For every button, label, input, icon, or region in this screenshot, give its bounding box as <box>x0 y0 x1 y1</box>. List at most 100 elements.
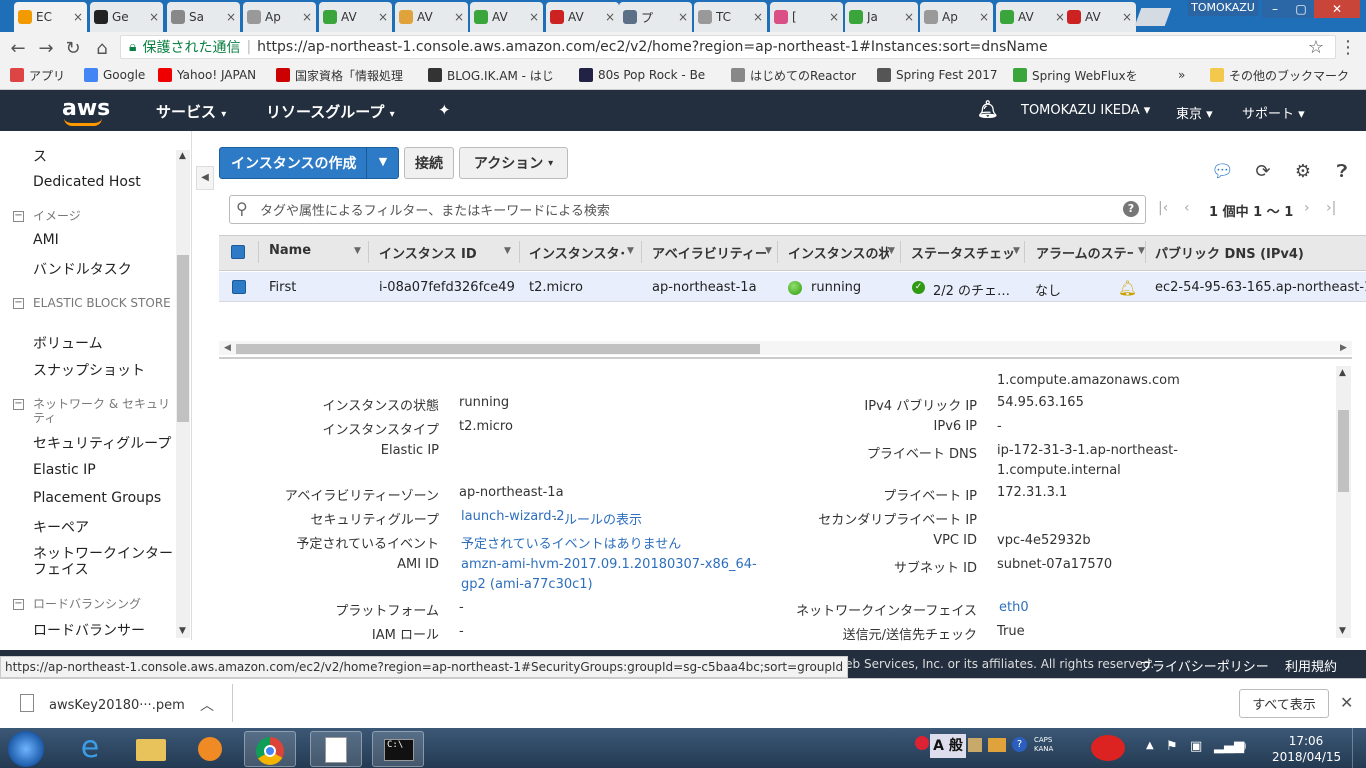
detail-value[interactable]: amzn-ami-hvm-2017.09.1.20180307-x86_64- <box>461 557 757 572</box>
close-tab-icon[interactable]: × <box>979 10 989 24</box>
ime-help-icon[interactable]: ? <box>1012 737 1027 752</box>
pin-icon[interactable]: ✦ <box>438 101 451 119</box>
notepad-icon[interactable] <box>310 731 362 767</box>
sort-icon[interactable]: ▼ <box>354 246 361 256</box>
resource-groups-menu[interactable]: リソースグループ ▾ <box>266 101 395 122</box>
prev-page-icon[interactable]: ‹ <box>1184 200 1190 216</box>
detail-value[interactable]: launch-wizard-2 <box>461 509 565 524</box>
sidebar-item[interactable]: Placement Groups <box>33 490 161 506</box>
refresh-icon[interactable]: ⟳ <box>1252 161 1274 182</box>
close-tab-icon[interactable]: × <box>1122 10 1132 24</box>
reload-icon[interactable]: ↻ <box>62 38 84 59</box>
other-bookmarks[interactable]: その他のブックマーク <box>1210 66 1349 84</box>
browser-menu-icon[interactable]: ⋮ <box>1337 37 1359 58</box>
column-header-6[interactable]: ステータスチェッ <box>911 243 1014 262</box>
back-icon[interactable]: ← <box>7 38 29 59</box>
column-header-3[interactable]: インスタンスタ･ <box>529 243 626 262</box>
close-tab-icon[interactable]: × <box>678 10 688 24</box>
ime-tools-icon[interactable] <box>988 738 1006 752</box>
tab-3[interactable]: Sa × <box>167 2 240 32</box>
bookmark-3[interactable]: Yahoo! JAPAN <box>158 66 256 84</box>
close-tab-icon[interactable]: × <box>529 10 539 24</box>
detail-value-continued[interactable]: gp2 (ami-a77c30c1) <box>461 577 593 592</box>
actions-button[interactable]: アクション ▾ <box>459 147 568 179</box>
chevron-up-icon[interactable]: ︿ <box>200 695 214 715</box>
view-rules-link[interactable]: ルールの表示 <box>564 509 642 528</box>
minimize-icon[interactable]: – <box>1262 0 1288 18</box>
sort-icon[interactable]: ▼ <box>504 246 511 256</box>
show-all-downloads-button[interactable]: すべて表示 <box>1239 689 1329 718</box>
tab-7[interactable]: AV × <box>470 2 543 32</box>
sidebar-item[interactable]: ボリューム <box>33 333 103 353</box>
launch-dropdown-icon[interactable]: ▼ <box>366 147 399 179</box>
bookmark-8[interactable]: Spring Fest 2017 <box>877 66 997 84</box>
sidebar-item[interactable]: キーペア <box>33 517 89 537</box>
bookmark-2[interactable]: Google <box>84 66 145 84</box>
close-tab-icon[interactable]: × <box>302 10 312 24</box>
bookmark-9[interactable]: Spring WebFluxを <box>1013 66 1138 84</box>
sidebar-item[interactable]: Elastic IP <box>33 462 96 478</box>
bookmark-5[interactable]: BLOG.IK.AM - はじ <box>428 66 554 84</box>
next-page-icon[interactable]: › <box>1304 200 1310 216</box>
close-tab-icon[interactable]: × <box>829 10 839 24</box>
select-all-checkbox[interactable] <box>231 245 245 259</box>
terms-link[interactable]: 利用規約 <box>1285 656 1337 675</box>
scroll-left-icon[interactable]: ◀ <box>224 343 231 353</box>
scroll-down-icon[interactable]: ▼ <box>179 626 186 636</box>
tab-10[interactable]: TC × <box>694 2 767 32</box>
close-tab-icon[interactable]: × <box>904 10 914 24</box>
tab-1[interactable]: EC × <box>14 2 87 32</box>
forward-icon[interactable]: → <box>35 38 57 59</box>
help-icon[interactable]: ❓︎ <box>1331 161 1353 182</box>
collapse-section-icon[interactable]: − <box>13 298 24 309</box>
close-tab-icon[interactable]: × <box>753 10 763 24</box>
volume-icon[interactable]: 🔊︎ <box>1238 739 1246 754</box>
tab-5[interactable]: AV × <box>319 2 392 32</box>
close-window-icon[interactable]: ✕ <box>1314 0 1360 18</box>
sort-icon[interactable]: ▼ <box>627 246 634 256</box>
scroll-up-icon[interactable]: ▲ <box>179 151 186 161</box>
terminal-icon[interactable]: C:\ <box>372 731 424 767</box>
alarm-bell-add-icon[interactable]: 🔔︎ <box>1118 279 1137 297</box>
scroll-up-icon[interactable]: ▲ <box>1339 368 1346 378</box>
tray-app-icon[interactable] <box>915 736 929 750</box>
sort-icon[interactable]: ▼ <box>1013 246 1020 256</box>
maximize-icon[interactable]: ▢ <box>1288 0 1314 18</box>
sidebar-item[interactable]: スナップショット <box>33 360 145 380</box>
column-header-2[interactable]: インスタンス ID <box>379 243 477 262</box>
close-tab-icon[interactable]: × <box>454 10 464 24</box>
column-header-5[interactable]: インスタンスの状 <box>788 243 889 262</box>
home-icon[interactable]: ⌂ <box>91 38 113 59</box>
sidebar-item[interactable]: バンドルタスク <box>33 259 132 279</box>
profile-badge[interactable]: TOMOKAZU <box>1188 0 1258 16</box>
close-tab-icon[interactable]: × <box>605 10 615 24</box>
collapse-section-icon[interactable]: − <box>13 211 24 222</box>
collapse-section-icon[interactable]: − <box>13 399 24 410</box>
tab-4[interactable]: Ap × <box>243 2 316 32</box>
column-header-4[interactable]: アベイラビリティー <box>652 243 766 262</box>
scroll-down-icon[interactable]: ▼ <box>1339 626 1346 636</box>
bookmark-1[interactable]: アプリ <box>10 66 65 84</box>
clock[interactable]: 17:06 2018/04/15 <box>1272 733 1341 765</box>
tab-12[interactable]: Ja × <box>845 2 918 32</box>
settings-gear-icon[interactable]: ⚙ <box>1292 161 1314 182</box>
scroll-right-icon[interactable]: ▶ <box>1340 343 1347 353</box>
region-menu[interactable]: 東京 ▾ <box>1176 103 1213 122</box>
account-menu[interactable]: TOMOKAZU IKEDA ▾ <box>1021 103 1150 118</box>
close-tab-icon[interactable]: × <box>378 10 388 24</box>
ime-mode-indicator[interactable]: A 般 <box>930 734 966 758</box>
support-menu[interactable]: サポート ▾ <box>1242 103 1305 122</box>
sort-icon[interactable]: ▼ <box>1138 246 1145 256</box>
bookmark-6[interactable]: 80s Pop Rock - Be <box>579 66 705 84</box>
sidebar-item[interactable]: ロードバランサー <box>33 620 145 640</box>
sidebar-item[interactable]: Dedicated Host <box>33 174 141 190</box>
sidebar-item[interactable]: AMI <box>33 232 59 248</box>
first-page-icon[interactable]: |‹ <box>1158 200 1168 216</box>
last-page-icon[interactable]: ›| <box>1326 200 1336 216</box>
bookmark-7[interactable]: はじめてのReactor <box>731 66 856 84</box>
close-tab-icon[interactable]: × <box>73 10 83 24</box>
details-scrollbar[interactable] <box>1336 366 1351 638</box>
tray-device-icon[interactable]: ▣ <box>1190 739 1202 754</box>
media-player-icon[interactable] <box>184 731 236 767</box>
column-header-8[interactable]: パブリック DNS (IPv4) <box>1155 243 1304 262</box>
